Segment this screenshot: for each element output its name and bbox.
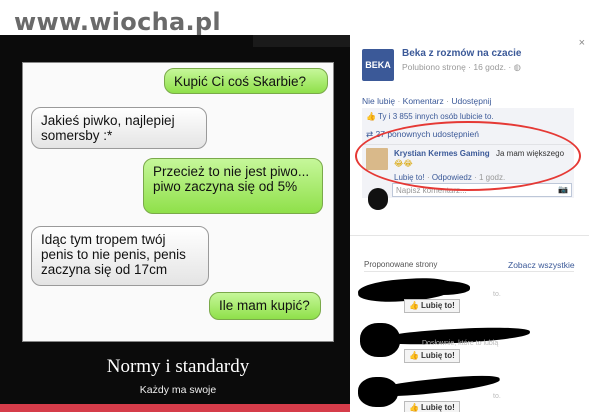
like-label: Lubię to! [420, 351, 455, 360]
thumbs-up-icon: 👍 [366, 112, 376, 121]
bottom-accent-bar [0, 404, 350, 412]
facebook-post-panel: × BEKA Beka z rozmów na czacie Polubiono… [350, 35, 589, 412]
see-all-link[interactable]: Zobacz wszystkie [508, 260, 575, 270]
suggested-divider [364, 271, 574, 272]
comment-link[interactable]: Komentarz [403, 96, 444, 106]
viewer-top-stripe [253, 35, 350, 47]
thumbs-up-icon: 👍 [409, 403, 419, 412]
globe-icon: ◍ [513, 62, 521, 72]
share-link[interactable]: Udostępnij [451, 96, 491, 106]
post-meta-text: Polubiono stronę · 16 godz. · [402, 62, 512, 72]
redacted-name [410, 281, 470, 295]
likes-summary[interactable]: 👍 Ty i 3 855 innych osób lubicie to. [366, 112, 494, 121]
current-user-avatar [368, 188, 388, 210]
suggested-like-button[interactable]: 👍 Lubię to! [404, 299, 460, 313]
suggested-faint-text: Dosłownie, które to lubią [422, 340, 499, 347]
red-highlight-oval [355, 121, 581, 191]
suggested-page-1: to. 👍 Lubię to! [350, 275, 589, 315]
like-label: Lubię to! [420, 403, 455, 412]
page-avatar-text: BEKA [365, 60, 391, 70]
suggested-like-button[interactable]: 👍 Lubię to! [404, 401, 460, 412]
post-actions: Nie lubię · Komentarz · Udostępnij [362, 96, 492, 106]
chat-bubble-2: Jakieś piwko, najlepiej somersby :* [31, 107, 207, 149]
chat-bubble-5: Ile mam kupić? [209, 292, 321, 320]
suggested-faint-text: to. [493, 393, 501, 400]
page-avatar[interactable]: BEKA [362, 49, 394, 81]
watermark-text: www.wiocha.pl [14, 8, 221, 36]
thumbs-up-icon: 👍 [409, 301, 419, 310]
unlike-link[interactable]: Nie lubię [362, 96, 395, 106]
camera-icon[interactable]: 📷 [558, 185, 568, 194]
demotivator-title: Normy i standardy [106, 356, 250, 377]
chat-screenshot: Kupić Ci coś Skarbie? Jakieś piwko, najl… [22, 62, 334, 342]
post-meta: Polubiono stronę · 16 godz. · ◍ [402, 62, 521, 73]
page-name-link[interactable]: Beka z rozmów na czacie [402, 48, 522, 59]
suggested-page-3: to. 👍 Lubię to! [350, 372, 589, 412]
suggested-pages-title: Proponowane strony [364, 260, 438, 269]
suggested-page-2: Dosłownie, które to lubią 👍 Lubię to! [350, 323, 589, 363]
likes-text: Ty i 3 855 innych osób lubicie to. [378, 112, 494, 121]
close-icon[interactable]: × [579, 37, 585, 49]
like-label: Lubię to! [420, 301, 455, 310]
suggested-faint-text: to. [493, 291, 501, 298]
section-divider [350, 235, 589, 236]
suggested-like-button[interactable]: 👍 Lubię to! [404, 349, 460, 363]
demotivator-subtitle: Każdy ma swoje [139, 384, 217, 396]
watermark-bar: www.wiocha.pl [0, 0, 589, 36]
chat-bubble-3: Przecież to nie jest piwo... piwo zaczyn… [143, 158, 323, 214]
thumbs-up-icon: 👍 [409, 351, 419, 360]
redacted-name [369, 372, 501, 400]
chat-bubble-1: Kupić Ci coś Skarbie? [164, 68, 328, 94]
chat-bubble-4: Idąc tym tropem twój penis to nie penis,… [31, 226, 209, 286]
